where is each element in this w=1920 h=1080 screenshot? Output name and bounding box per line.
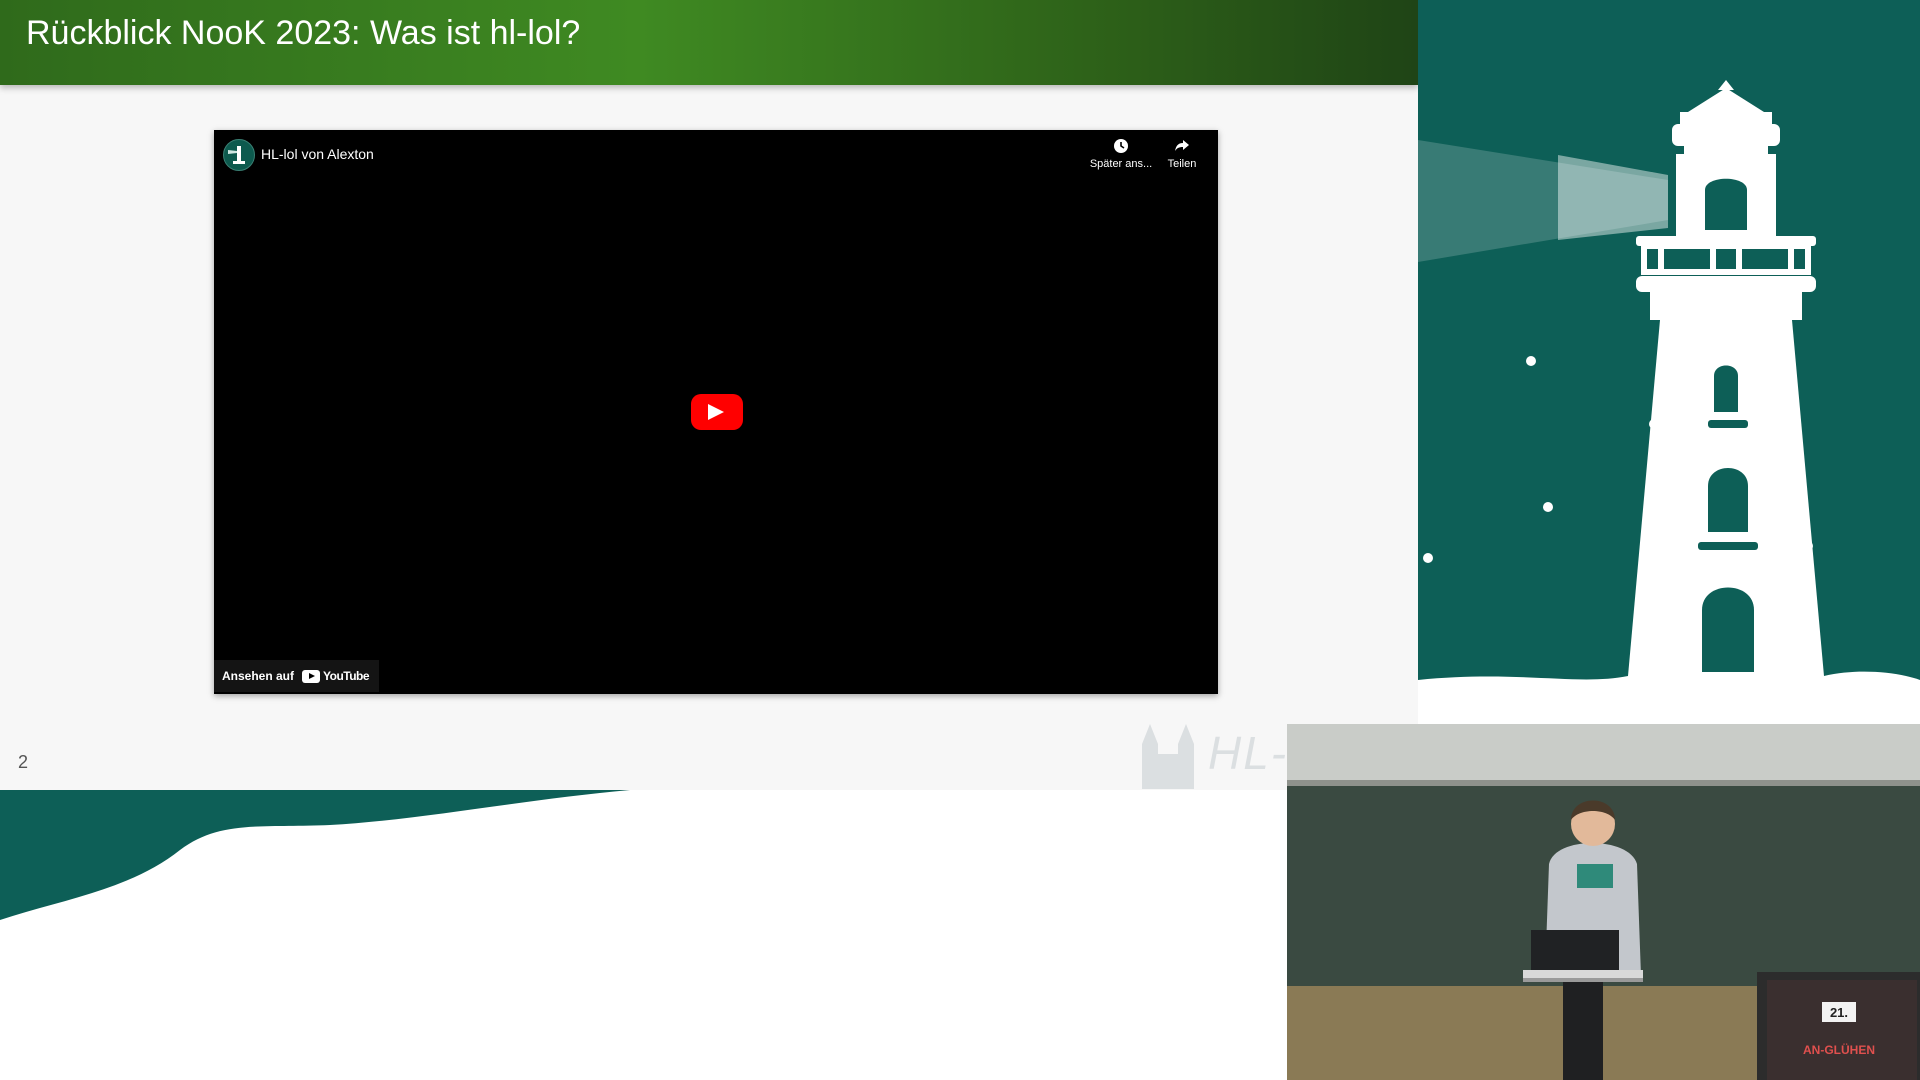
share-button[interactable]: Teilen — [1147, 138, 1217, 170]
lighthouse-illustration — [1418, 80, 1920, 724]
watch-on-label: Ansehen auf — [222, 669, 295, 683]
play-button[interactable] — [691, 394, 743, 430]
lighthouse-panel — [1418, 0, 1920, 724]
youtube-logo: YouTube — [302, 669, 370, 683]
share-label: Teilen — [1167, 158, 1197, 170]
video-title-link[interactable]: HL-lol von Alexton — [261, 146, 374, 162]
slide: Rückblick NooK 2023: Was ist hl-lol? HL-… — [0, 0, 1418, 790]
watch-later-button[interactable]: Später ans... — [1086, 138, 1156, 170]
lecture-hall-scene: 21. AN-GLÜHEN — [1287, 724, 1920, 1080]
lighthouse-logo-icon — [228, 146, 245, 164]
page-number: 2 — [18, 752, 29, 772]
channel-avatar[interactable] — [223, 139, 255, 171]
play-icon — [708, 404, 724, 420]
slide-title: Rückblick NooK 2023: Was ist hl-lol? — [26, 14, 581, 52]
youtube-embed[interactable]: HL-lol von Alexton Später ans... Teilen … — [214, 130, 1218, 694]
clock-icon — [1114, 139, 1128, 153]
holstentor-icon — [1142, 724, 1194, 789]
speaker-camera-feed: 21. AN-GLÜHEN — [1287, 724, 1920, 1080]
banner-number: 21. — [1830, 1005, 1848, 1020]
slide-header: Rückblick NooK 2023: Was ist hl-lol? — [0, 0, 1418, 85]
share-arrow-icon — [1175, 140, 1189, 151]
banner-text: AN-GLÜHEN — [1803, 1042, 1875, 1057]
youtube-wordmark: YouTube — [323, 669, 370, 683]
watch-on-youtube-link[interactable]: Ansehen auf YouTube — [214, 660, 380, 692]
youtube-play-icon — [302, 669, 321, 683]
watch-later-label: Später ans... — [1089, 158, 1153, 170]
